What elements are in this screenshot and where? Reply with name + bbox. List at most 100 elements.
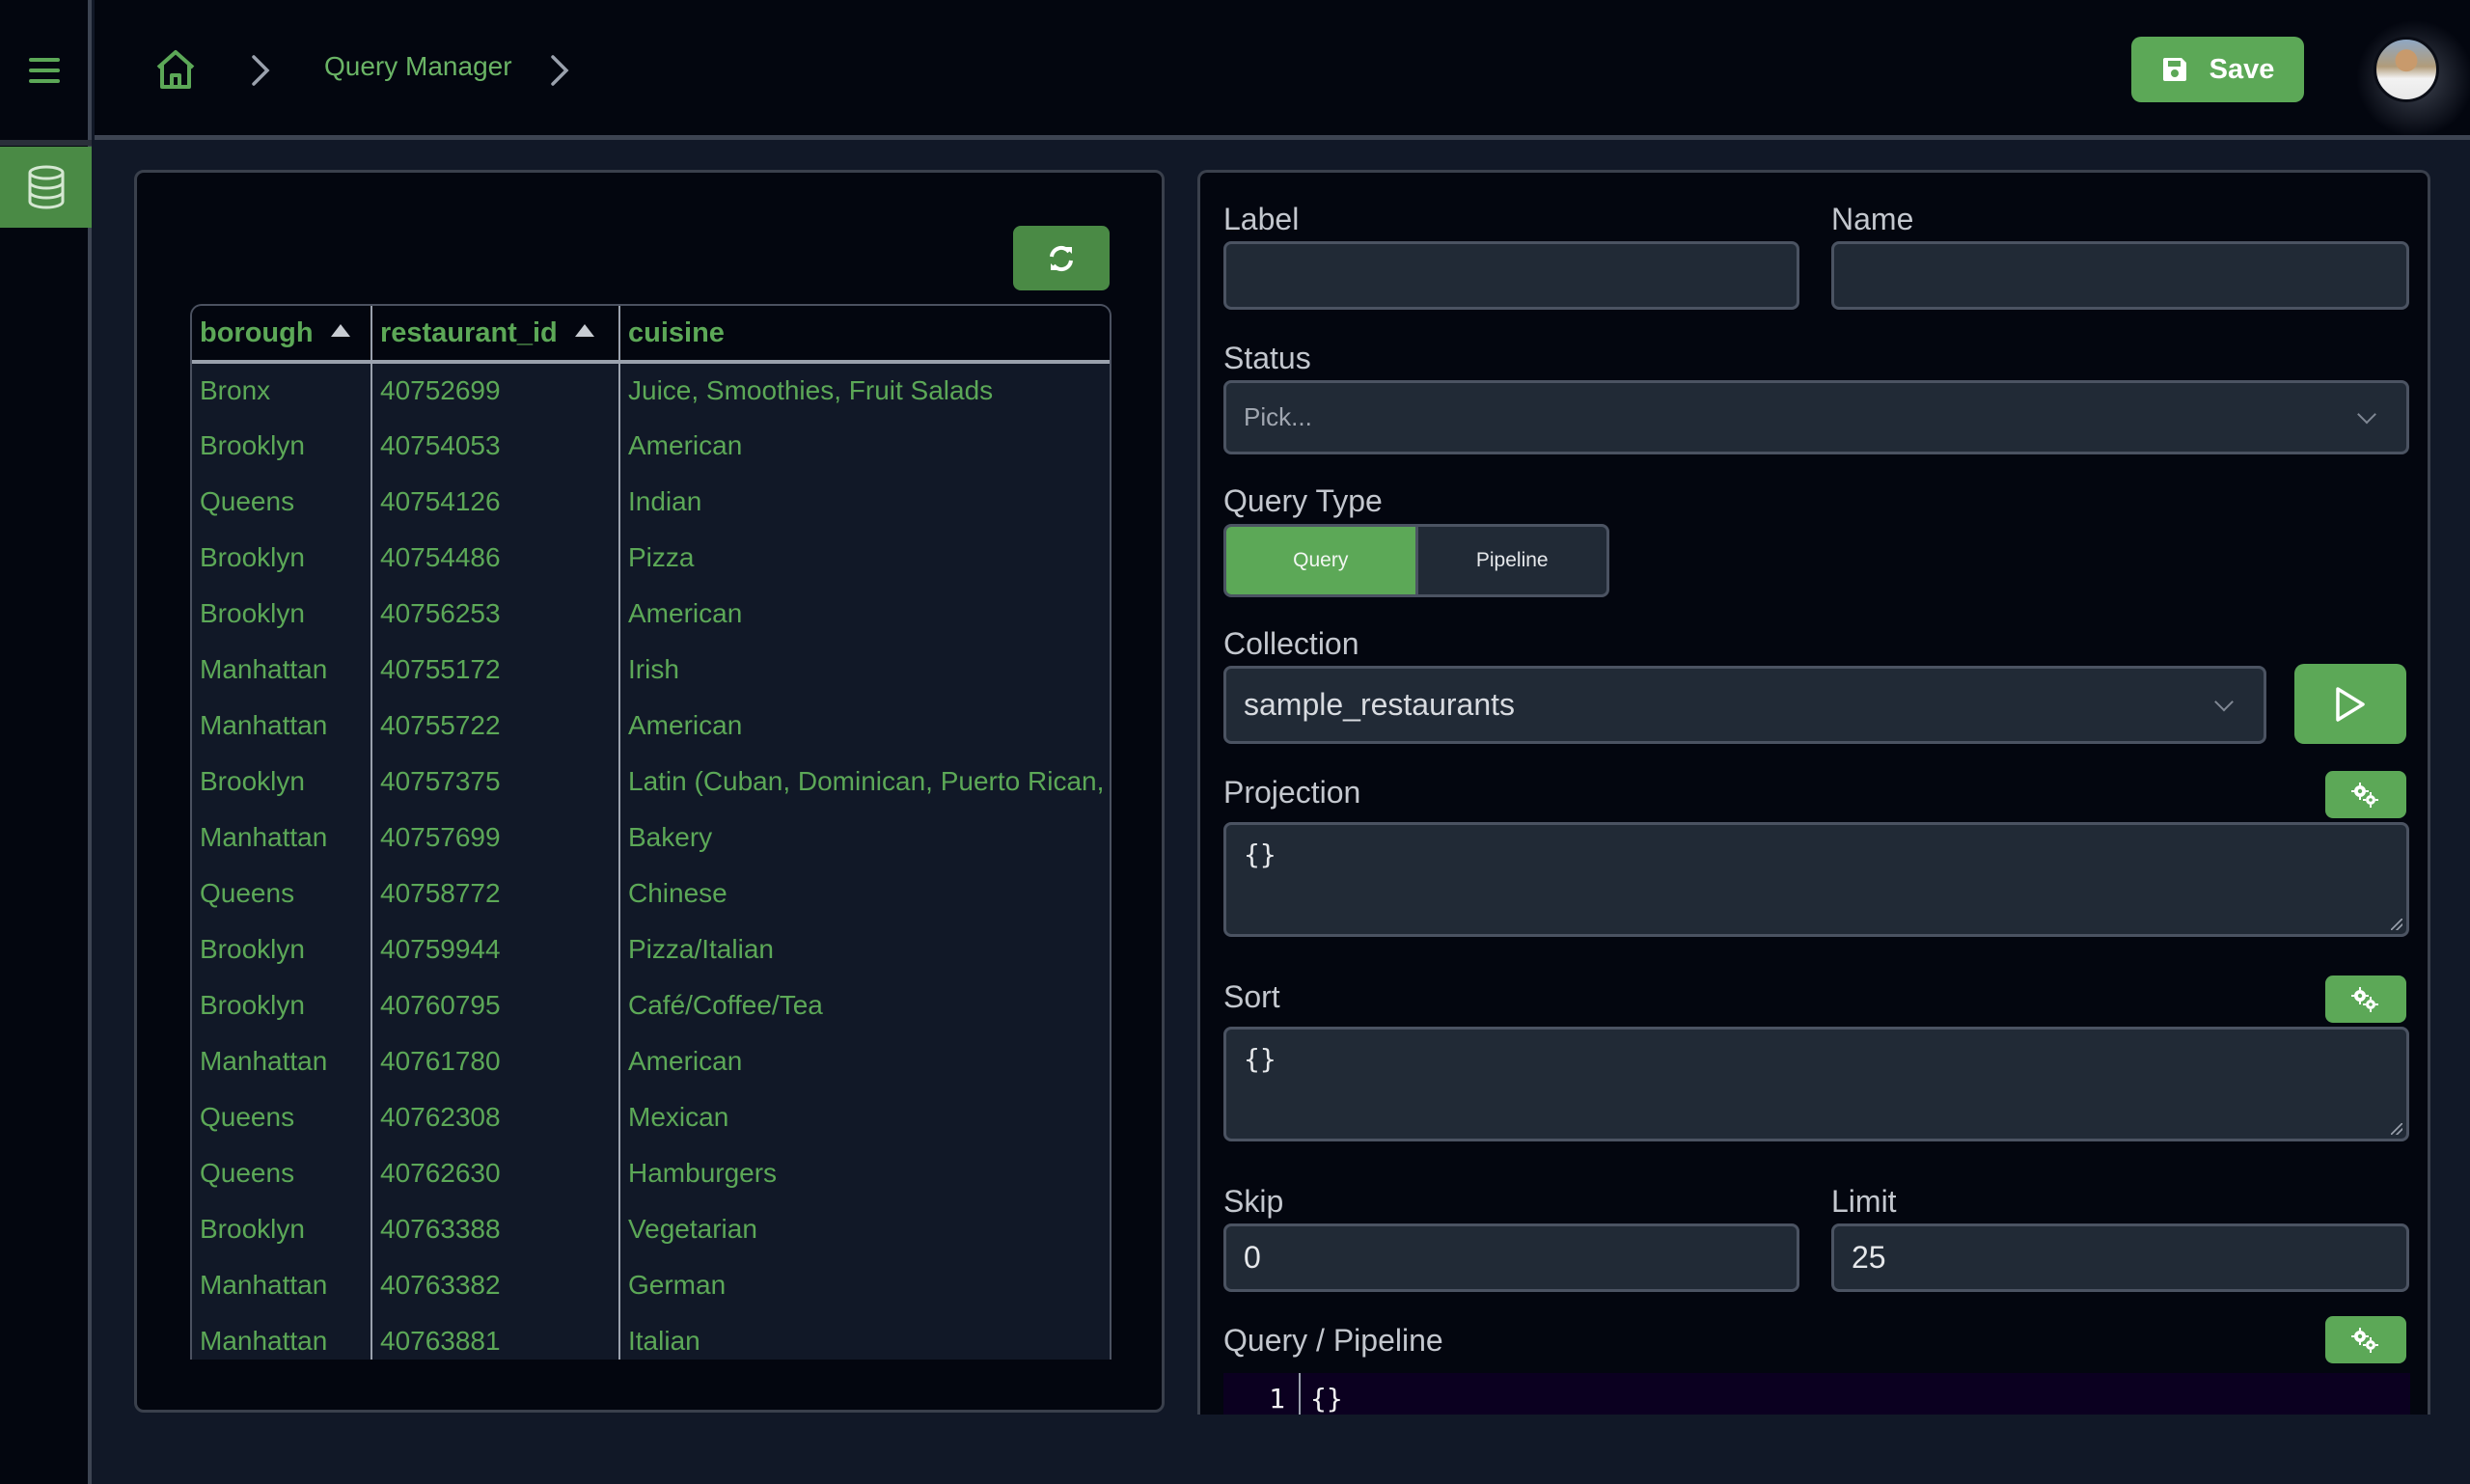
table-row[interactable]: Queens 40762308 Mexican	[192, 1089, 1110, 1145]
sidebar-divider	[0, 140, 92, 146]
chevron-down-icon	[2214, 692, 2234, 711]
cell-cuisine: Café/Coffee/Tea	[628, 990, 823, 1020]
cell-cuisine: Chinese	[628, 878, 727, 908]
column-header-restaurant-id[interactable]: restaurant_id	[371, 306, 620, 364]
projection-field-label: Projection	[1223, 775, 1361, 810]
cell-restaurant-id: 40754053	[371, 418, 620, 474]
column-header-borough[interactable]: borough	[192, 306, 372, 364]
query-type-toggle: Query Pipeline	[1223, 524, 1609, 597]
cell-cuisine: American	[628, 430, 743, 460]
sidebar-item-database[interactable]	[0, 147, 92, 228]
cell-restaurant-id: 40761780	[371, 1033, 620, 1089]
table-row[interactable]: Queens 40762630 Hamburgers	[192, 1145, 1110, 1201]
sort-textarea[interactable]: {}	[1223, 1027, 2409, 1141]
cell-restaurant-id: 40758772	[371, 866, 620, 921]
results-table: borough restaurant_id cuisine Bronx 40752…	[190, 304, 1112, 1360]
skip-input[interactable]: 0	[1223, 1223, 1799, 1292]
cell-restaurant-id: 40757699	[371, 810, 620, 866]
cell-cuisine: Vegetarian	[628, 1214, 757, 1244]
table-row[interactable]: Brooklyn 40754486 Pizza	[192, 530, 1110, 586]
cell-restaurant-id: 40754126	[371, 474, 620, 530]
cell-borough: Queens	[192, 1089, 372, 1145]
table-row[interactable]: Manhattan 40763382 German	[192, 1257, 1110, 1313]
cell-restaurant-id: 40762308	[371, 1089, 620, 1145]
query-pipeline-editor[interactable]: 1 {}	[1223, 1373, 2410, 1415]
table-row[interactable]: Manhattan 40755172 Irish	[192, 642, 1110, 698]
cell-restaurant-id: 40760795	[371, 977, 620, 1033]
save-button[interactable]: Save	[2131, 37, 2304, 102]
cell-cuisine: Italian	[628, 1326, 700, 1356]
projection-options-button[interactable]	[2325, 771, 2406, 818]
sort-asc-icon	[330, 324, 350, 338]
table-row[interactable]: Manhattan 40763881 Italian	[192, 1313, 1110, 1360]
refresh-button[interactable]	[1013, 226, 1110, 290]
home-icon[interactable]	[154, 48, 197, 91]
column-header-cuisine[interactable]: cuisine	[619, 306, 1110, 364]
query-type-option-pipeline[interactable]: Pipeline	[1418, 527, 1607, 594]
sort-options-button[interactable]	[2325, 976, 2406, 1023]
user-avatar[interactable]	[2374, 37, 2439, 102]
table-row[interactable]: Manhattan 40755722 American	[192, 698, 1110, 754]
cell-cuisine: Pizza	[628, 542, 695, 572]
cell-borough: Brooklyn	[192, 418, 372, 474]
cell-cuisine: Latin (Cuban, Dominican, Puerto Rican, S…	[628, 766, 1110, 796]
table-row[interactable]: Brooklyn 40754053 American	[192, 418, 1110, 474]
hamburger-menu-icon[interactable]	[29, 58, 60, 83]
table-row[interactable]: Brooklyn 40759944 Pizza/Italian	[192, 921, 1110, 977]
cell-borough: Bronx	[192, 362, 372, 418]
table-row[interactable]: Brooklyn 40763388 Vegetarian	[192, 1201, 1110, 1257]
gears-icon	[2351, 782, 2378, 808]
table-row[interactable]: Brooklyn 40756253 American	[192, 586, 1110, 642]
query-type-option-query[interactable]: Query	[1226, 527, 1418, 594]
cell-restaurant-id: 40752699	[371, 362, 620, 418]
projection-value: {}	[1244, 838, 1276, 870]
status-field-label: Status	[1223, 341, 1311, 375]
projection-textarea[interactable]: {}	[1223, 822, 2409, 937]
cell-borough: Brooklyn	[192, 1201, 372, 1257]
cell-borough: Manhattan	[192, 642, 372, 698]
cell-borough: Manhattan	[192, 698, 372, 754]
cell-cuisine: American	[628, 1046, 743, 1076]
line-number: 1	[1223, 1373, 1301, 1415]
cell-restaurant-id: 40757375	[371, 754, 620, 810]
collection-select[interactable]: sample_restaurants	[1223, 666, 2266, 744]
results-panel: borough restaurant_id cuisine Bronx 40752…	[134, 170, 1165, 1413]
table-row[interactable]: Bronx 40752699 Juice, Smoothies, Fruit Sal…	[192, 362, 1110, 418]
sidebar	[0, 0, 92, 1484]
label-field-label: Label	[1223, 202, 1300, 236]
cell-cuisine: Pizza/Italian	[628, 934, 774, 964]
top-header: Query Manager Save QM-1002	[95, 0, 2470, 140]
table-row[interactable]: Queens 40754126 Indian	[192, 474, 1110, 530]
table-row[interactable]: Manhattan 40761780 American	[192, 1033, 1110, 1089]
cell-cuisine: Juice, Smoothies, Fruit Salads	[628, 375, 994, 405]
save-floppy-icon	[2162, 58, 2186, 81]
chevron-right-icon	[551, 55, 569, 86]
cell-restaurant-id: 40763388	[371, 1201, 620, 1257]
cell-borough: Manhattan	[192, 1313, 372, 1360]
cell-cuisine: American	[628, 598, 743, 628]
cell-restaurant-id: 40763881	[371, 1313, 620, 1360]
cell-cuisine: Hamburgers	[628, 1158, 778, 1188]
table-row[interactable]: Brooklyn 40760795 Café/Coffee/Tea	[192, 977, 1110, 1033]
table-row[interactable]: Brooklyn 40757375 Latin (Cuban, Dominican,…	[192, 754, 1110, 810]
table-row[interactable]: Manhattan 40757699 Bakery	[192, 810, 1110, 866]
collection-value: sample_restaurants	[1244, 687, 1516, 722]
chevron-right-icon	[252, 55, 270, 86]
cell-cuisine: Irish	[628, 654, 679, 684]
breadcrumb-query-manager[interactable]: Query Manager	[324, 51, 512, 82]
query-type-label: Query Type	[1223, 483, 1383, 518]
run-query-button[interactable]	[2294, 664, 2406, 744]
cell-borough: Brooklyn	[192, 977, 372, 1033]
name-input[interactable]	[1831, 241, 2409, 310]
label-input[interactable]	[1223, 241, 1799, 310]
collection-field-label: Collection	[1223, 626, 1359, 661]
query-pipeline-options-button[interactable]	[2325, 1316, 2406, 1363]
status-select[interactable]: Pick...	[1223, 380, 2409, 454]
cell-restaurant-id: 40759944	[371, 921, 620, 977]
limit-input[interactable]: 25	[1831, 1223, 2409, 1292]
resize-handle[interactable]	[2391, 1123, 2402, 1135]
save-button-label: Save	[2209, 53, 2275, 85]
table-row[interactable]: Queens 40758772 Chinese	[192, 866, 1110, 921]
play-icon	[2336, 686, 2365, 722]
resize-handle[interactable]	[2391, 919, 2402, 930]
